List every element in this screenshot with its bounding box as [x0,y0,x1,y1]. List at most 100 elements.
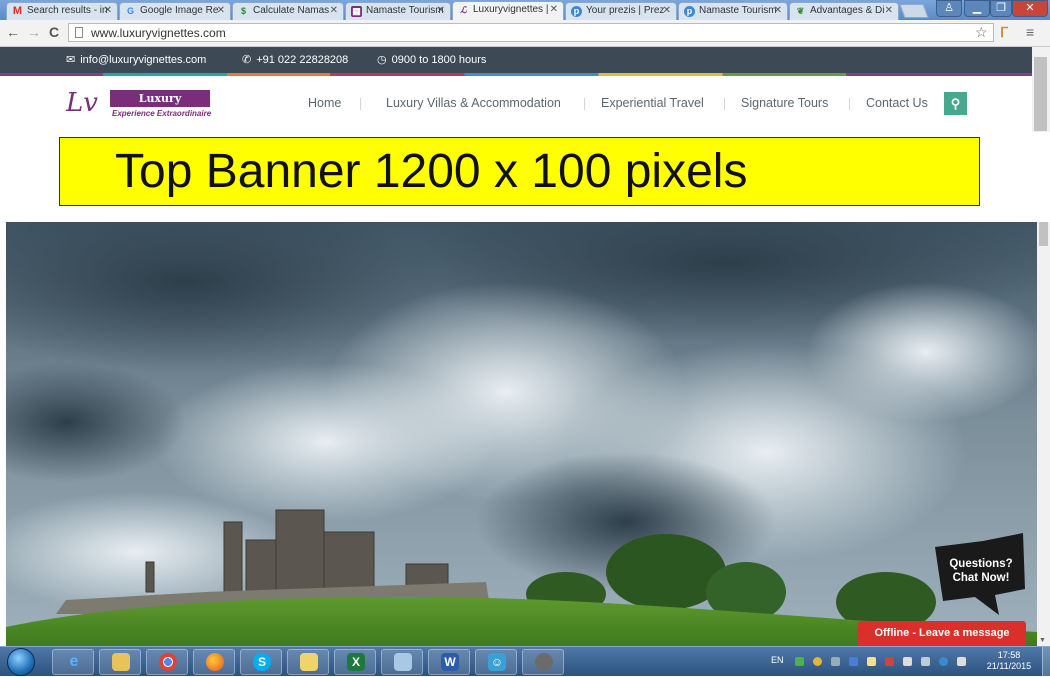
phone-info: ✆ +91 022 22828208 [242,53,348,67]
tab-label: Advantages & Di [810,5,885,16]
hours-info: ◷ 0900 to 1800 hours [377,53,486,67]
nav-separator [584,98,585,110]
bookmark-star-icon[interactable]: ☆ [975,24,988,40]
hero-image [6,222,1037,646]
people-icon: ☺ [488,653,506,671]
tab-label: Your prezis | Prez [586,5,665,16]
taskbar-excel[interactable]: X [334,649,376,675]
browser-tab[interactable]: ❦ Advantages & Di ✕ [789,2,899,20]
folder-icon [300,653,318,671]
scrollbar-thumb[interactable] [1034,57,1047,131]
notes-icon [394,653,412,671]
taskbar-internet-explorer[interactable]: e [52,649,94,675]
nav-item-signature-tours[interactable]: Signature Tours [741,96,828,110]
start-button[interactable] [7,648,35,676]
forward-arrow-icon[interactable]: → [27,24,41,40]
show-desktop-button[interactable] [1042,647,1050,677]
close-tab-icon[interactable]: ✕ [330,3,338,19]
extension-icon[interactable]: ᒥ [1000,24,1008,40]
close-tab-icon[interactable]: ✕ [437,3,445,19]
contact-info-bar: ✉ info@luxuryvignettes.com ✆ +91 022 22828… [0,47,1032,73]
language-indicator[interactable]: EN [771,655,784,665]
taskbar-notes[interactable] [381,649,423,675]
close-tab-icon[interactable]: ✕ [885,3,893,19]
back-arrow-icon[interactable]: ← [6,24,20,40]
chrome-tray-icon[interactable] [813,657,822,666]
app-icon [535,653,553,671]
browser-tab-active[interactable]: ℒ Luxuryvignettes | ✕ [452,1,564,20]
close-window-button[interactable]: ✕ [1012,0,1048,17]
tab-label: Namaste Tourism [699,5,777,16]
taskbar-people[interactable]: ☺ [475,649,517,675]
browser-tab[interactable]: p Namaste Tourism ✕ [678,2,788,20]
site-logo[interactable]: Lv Luxury Vignettes Experience Extraordi… [66,86,212,122]
taskbar-word[interactable]: W [428,649,470,675]
signal-icon[interactable] [921,657,930,666]
top-banner-ad[interactable]: Top Banner 1200 x 100 pixels [59,137,980,206]
new-tab-button[interactable] [899,4,929,18]
close-tab-icon[interactable]: ✕ [663,3,671,19]
logo-tagline: Experience Extraordinaire [112,109,212,118]
bluetooth-icon[interactable] [849,657,858,666]
close-tab-icon[interactable]: ✕ [104,3,112,19]
offline-message-button[interactable]: Offline - Leave a message [858,621,1026,646]
browser-tab[interactable]: $ Calculate Namas ✕ [232,2,344,20]
close-tab-icon[interactable]: ✕ [550,2,558,18]
user-profile-icon[interactable]: ♙ [936,0,962,17]
taskbar-skype[interactable]: S [240,649,282,675]
browser-tab[interactable]: ▦ Namaste Tourism ✕ [345,2,451,20]
network-share-icon[interactable] [795,657,804,666]
menu-icon[interactable]: ≡ [1026,24,1034,40]
site-header: Lv Luxury Vignettes Experience Extraordi… [0,76,1032,132]
clock-icon: ◷ [377,54,387,66]
taskbar-chrome[interactable] [146,649,188,675]
taskbar-file-explorer[interactable] [99,649,141,675]
taskbar-firefox[interactable] [193,649,235,675]
tab-label: Namaste Tourism [366,5,444,16]
close-tab-icon[interactable]: ✕ [217,3,225,19]
email-info[interactable]: ✉ info@luxuryvignettes.com [66,53,206,67]
volume-icon[interactable] [957,657,966,666]
nav-item-luxury-villas[interactable]: Luxury Villas & Accommodation [386,96,561,110]
chat-bubble-text: Questions? Chat Now! [938,557,1024,585]
taskbar-app[interactable] [522,649,564,675]
url-text[interactable]: www.luxuryvignettes.com [91,26,226,40]
close-tab-icon[interactable]: ✕ [774,3,782,19]
nav-item-home[interactable]: Home [308,96,341,110]
address-bar[interactable]: www.luxuryvignettes.com [68,23,994,42]
search-button[interactable]: ⚲ [944,92,967,115]
nav-item-experiential-travel[interactable]: Experiential Travel [601,96,704,110]
page-scrollbar[interactable] [1032,47,1050,132]
chrome-icon [159,653,177,671]
chat-now-bubble[interactable]: Questions? Chat Now! [935,533,1027,615]
security-icon[interactable] [885,657,894,666]
maximize-button[interactable]: ❐ [990,0,1012,17]
nav-item-contact-us[interactable]: Contact Us [866,96,928,110]
firefox-icon [206,653,224,671]
minimize-button[interactable]: ▁ [964,0,990,17]
device-icon[interactable] [831,657,840,666]
flag-icon[interactable] [903,657,912,666]
scrollbar-thumb[interactable] [1039,222,1048,246]
castle-landscape-image [6,222,1037,646]
note-icon[interactable] [867,657,876,666]
logo-monogram: Lv [66,88,98,118]
system-tray: EN 17:58 21/11/2015 [765,647,1050,677]
prezi-icon: p [684,6,695,17]
reload-icon[interactable]: C [49,24,59,40]
leaf-icon: ❦ [796,6,805,16]
system-clock[interactable]: 17:58 21/11/2015 [984,650,1034,672]
phone-icon: ✆ [242,54,252,66]
app-tray-icon[interactable] [939,657,948,666]
hero-scrollbar[interactable]: ▼ [1037,222,1050,646]
search-icon: ⚲ [950,96,961,111]
scroll-down-arrow-icon[interactable]: ▼ [1039,637,1046,644]
taskbar-folder[interactable] [287,649,329,675]
browser-tab[interactable]: G Google Image Re ✕ [119,2,231,20]
folder-icon [112,653,130,671]
email-text[interactable]: info@luxuryvignettes.com [80,54,206,66]
browser-tab[interactable]: p Your prezis | Prez ✕ [565,2,677,20]
browser-tab[interactable]: M Search results - in ✕ [6,2,118,20]
nav-separator [360,98,361,110]
nav-separator [724,98,725,110]
